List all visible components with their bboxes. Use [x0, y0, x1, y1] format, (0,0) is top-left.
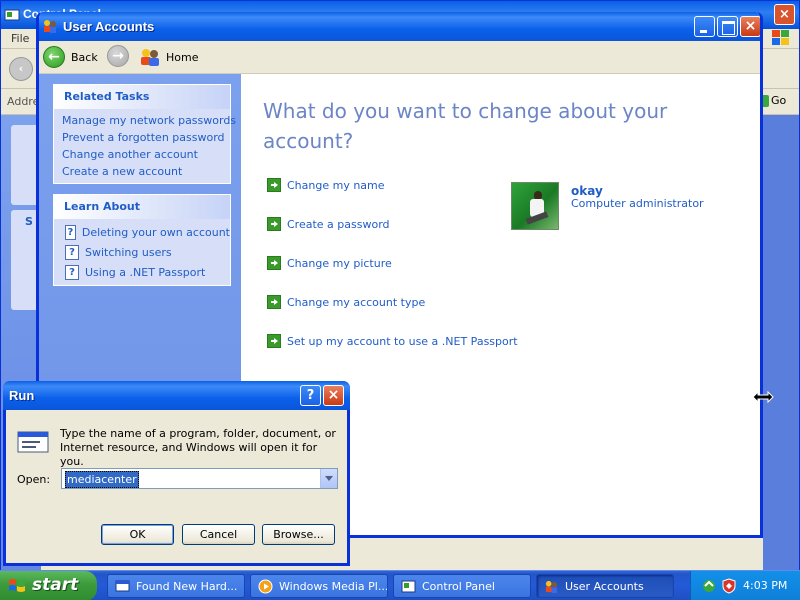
network-icon[interactable]	[701, 578, 717, 594]
green-arrow-icon	[267, 256, 281, 270]
windows-flag-icon	[9, 579, 25, 592]
user-accounts-icon	[44, 20, 56, 33]
green-arrow-icon	[267, 295, 281, 309]
task-label: Change my account type	[287, 295, 426, 309]
help-icon: ?	[65, 224, 76, 240]
close-icon: ×	[744, 18, 757, 34]
run-titlebar[interactable]: Run ? ×	[3, 381, 350, 410]
home-label: Home	[166, 50, 199, 64]
back-label: Back	[71, 50, 98, 64]
related-tasks-header: Related Tasks	[54, 85, 230, 109]
learn-about-label: Deleting your own account	[81, 225, 230, 239]
green-arrow-icon	[267, 217, 281, 231]
learn-about-label: Using a .NET Passport	[85, 265, 206, 279]
account-name: okay	[571, 184, 603, 198]
learn-about-link[interactable]: ? Deleting your own account	[54, 222, 230, 242]
taskbar-item-control-panel[interactable]: Control Panel	[393, 574, 531, 598]
task-change-account-type[interactable]: Change my account type	[267, 295, 425, 309]
page-heading: What do you want to change about your ac…	[263, 99, 668, 153]
run-description: Type the name of a program, folder, docu…	[60, 427, 336, 468]
taskbar-item-label: Windows Media Pl...	[279, 580, 388, 593]
task-label: Set up my account to use a .NET Passport	[287, 334, 518, 348]
control-panel-icon	[4, 9, 20, 21]
learn-about-list: ? Deleting your own account ? Switching us…	[54, 219, 230, 282]
help-icon: ?	[65, 264, 79, 280]
taskbar-item-label: User Accounts	[565, 580, 644, 593]
task-label: Change my name	[287, 178, 385, 192]
media-player-icon	[258, 579, 273, 594]
green-arrow-icon	[267, 334, 281, 348]
task-label: Create a password	[287, 217, 390, 231]
hardware-icon	[115, 580, 130, 592]
help-icon: ?	[65, 244, 79, 260]
related-tasks-list: Manage my network passwords Prevent a fo…	[54, 109, 236, 180]
start-button[interactable]: start	[0, 571, 97, 600]
learn-about-label: Switching users	[85, 245, 172, 259]
system-tray: 4:03 PM	[690, 571, 800, 600]
go-label: Go	[771, 94, 787, 107]
related-tasks-panel: Related Tasks Manage my network password…	[53, 84, 236, 184]
user-accounts-title: User Accounts	[63, 19, 155, 34]
maximize-button[interactable]	[717, 16, 738, 37]
task-create-password[interactable]: Create a password	[267, 217, 390, 231]
home-users-icon	[141, 49, 159, 66]
back-arrow-icon: ←	[43, 46, 65, 68]
browse-button[interactable]: Browse...	[262, 524, 335, 545]
taskbar-item-label: Found New Hard...	[136, 580, 238, 593]
back-button[interactable]: ← Back	[43, 45, 98, 69]
run-title: Run	[9, 388, 35, 403]
taskbar: start Found New Hard... Windows Media Pl…	[0, 570, 800, 600]
user-accounts-icon	[545, 580, 558, 594]
control-panel-right-strip	[763, 115, 799, 581]
account-picture	[511, 182, 559, 230]
close-button[interactable]: ×	[740, 16, 760, 37]
learn-about-header: Learn About	[54, 195, 230, 219]
learn-about-link[interactable]: ? Using a .NET Passport	[54, 262, 230, 282]
control-panel-icon	[401, 580, 416, 593]
user-accounts-toolbar: ← Back → Home	[39, 41, 760, 74]
control-panel-close-button[interactable]: ×	[774, 4, 795, 25]
open-input-value[interactable]: mediacenter	[65, 471, 139, 488]
security-shield-icon[interactable]	[721, 578, 737, 594]
taskbar-item-found-new-hardware[interactable]: Found New Hard...	[107, 574, 245, 598]
forward-button[interactable]: →	[107, 45, 129, 70]
taskbar-item-label: Control Panel	[422, 580, 495, 593]
ok-button[interactable]: OK	[101, 524, 174, 545]
open-combobox[interactable]: mediacenter	[61, 468, 338, 489]
control-panel-back-icon[interactable]: ‹	[9, 57, 33, 81]
user-accounts-titlebar[interactable]: User Accounts ×	[39, 12, 760, 41]
home-button[interactable]: Home	[139, 46, 198, 68]
task-label: Change my picture	[287, 256, 392, 270]
help-button[interactable]: ?	[300, 385, 321, 406]
windows-logo-icon	[772, 30, 789, 45]
cancel-button[interactable]: Cancel	[182, 524, 255, 545]
forward-arrow-icon: →	[107, 45, 129, 67]
task-net-passport[interactable]: Set up my account to use a .NET Passport	[267, 334, 518, 348]
minimize-button[interactable]	[694, 16, 715, 37]
start-label: start	[32, 575, 79, 595]
run-close-button[interactable]: ×	[323, 385, 344, 406]
clock[interactable]: 4:03 PM	[743, 579, 787, 592]
chevron-down-icon[interactable]	[320, 469, 337, 488]
run-icon	[17, 431, 49, 453]
resize-cursor-icon	[752, 391, 774, 403]
task-change-picture[interactable]: Change my picture	[267, 256, 392, 270]
open-label: Open:	[17, 473, 51, 486]
account-role: Computer administrator	[571, 197, 704, 210]
related-task-link[interactable]: Create a new account	[54, 163, 230, 180]
green-arrow-icon	[267, 178, 281, 192]
related-task-link[interactable]: Manage my network passwords	[54, 112, 236, 129]
taskbar-item-windows-media-player[interactable]: Windows Media Pl...	[250, 574, 388, 598]
learn-about-link[interactable]: ? Switching users	[54, 242, 230, 262]
sidebar-letter: S	[25, 215, 33, 228]
related-task-link[interactable]: Prevent a forgotten password	[54, 129, 230, 146]
learn-about-panel: Learn About ? Deleting your own account ?…	[53, 194, 231, 286]
related-task-link[interactable]: Change another account	[54, 146, 230, 163]
run-dialog: Run ? × Type the name of a program, fold…	[3, 381, 350, 566]
task-change-name[interactable]: Change my name	[267, 178, 385, 192]
menu-file[interactable]: File	[11, 32, 29, 45]
taskbar-item-user-accounts[interactable]: User Accounts	[536, 574, 674, 598]
